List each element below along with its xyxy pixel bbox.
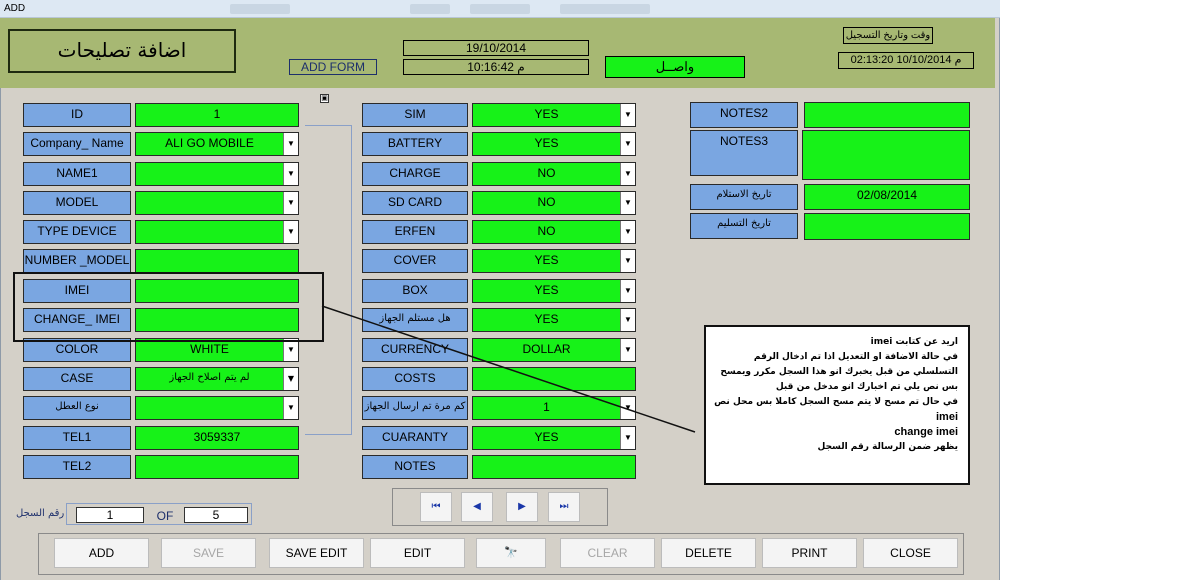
print-button[interactable]: PRINT [762,538,857,568]
previous-record-button[interactable]: ◀ [461,492,493,522]
current-record-field[interactable]: 1 [76,507,144,523]
note-line: التسلسلي من قبل يخبرك انو هذا السجل مكرر… [720,367,958,377]
note-line: في حالة الاضافة او التعديل اذا تم ادخال … [753,352,958,362]
note-line: imei [935,411,958,423]
close-button[interactable]: CLOSE [863,538,958,568]
note-line: يظهر ضمن الرسالة رقم السجل [817,442,958,452]
add-button[interactable]: ADD [54,538,149,568]
record-number-label: رقم السجل [16,508,65,519]
note-line: اريد عن كتابت imei [870,337,958,347]
delete-button[interactable]: DELETE [661,538,756,568]
total-records-field: 5 [184,507,248,523]
last-record-button[interactable]: ⏭ [548,492,580,522]
save-button[interactable]: SAVE [161,538,256,568]
save-edit-button[interactable]: SAVE EDIT [269,538,364,568]
clear-button[interactable]: CLEAR [560,538,655,568]
edit-button[interactable]: EDIT [370,538,465,568]
first-record-button[interactable]: ⏮ [420,492,452,522]
binoculars-icon: 🔭 [504,547,518,559]
note-line: في حال تم مسح لا يتم مسح السجل كاملا بس … [714,397,958,407]
next-record-button[interactable]: ▶ [506,492,538,522]
annotation-line [321,305,696,433]
note-line: بس نص يلي تم اخبارك انو مدخل من قبل [775,382,958,392]
find-button[interactable]: 🔭 [476,538,546,568]
annotation-note: اريد عن كتابت imei في حالة الاضافة او ال… [704,325,970,485]
note-line: change imei [894,426,958,438]
record-of-label: OF [156,509,174,523]
